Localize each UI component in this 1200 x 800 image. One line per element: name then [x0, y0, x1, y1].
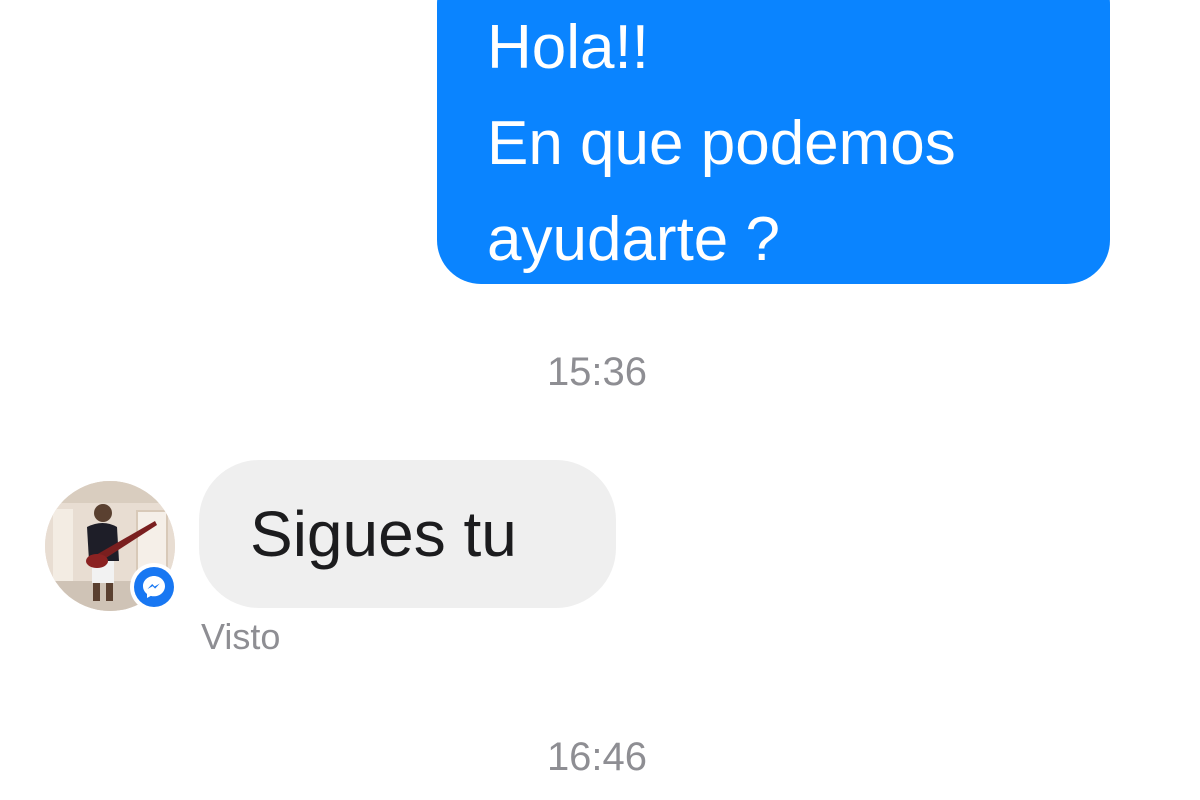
incoming-message-bubble[interactable]: Sigues tu — [199, 460, 616, 608]
messenger-badge — [130, 563, 178, 611]
outgoing-message-line: En que podemos — [487, 109, 956, 178]
messenger-icon — [134, 567, 174, 607]
message-timestamp: 16:46 — [546, 735, 648, 779]
chat-thread: Hola!! En que podemos ayudarte ? 15:36 S… — [0, 0, 1200, 800]
outgoing-message-bubble[interactable]: Hola!! En que podemos ayudarte ? — [437, 0, 1110, 284]
outgoing-message-line: ayudarte ? — [487, 205, 780, 274]
seen-status: Visto — [201, 616, 281, 657]
outgoing-message-line: Hola!! — [487, 13, 649, 82]
incoming-message-text: Sigues tu — [250, 498, 517, 570]
message-timestamp: 15:36 — [546, 350, 648, 394]
